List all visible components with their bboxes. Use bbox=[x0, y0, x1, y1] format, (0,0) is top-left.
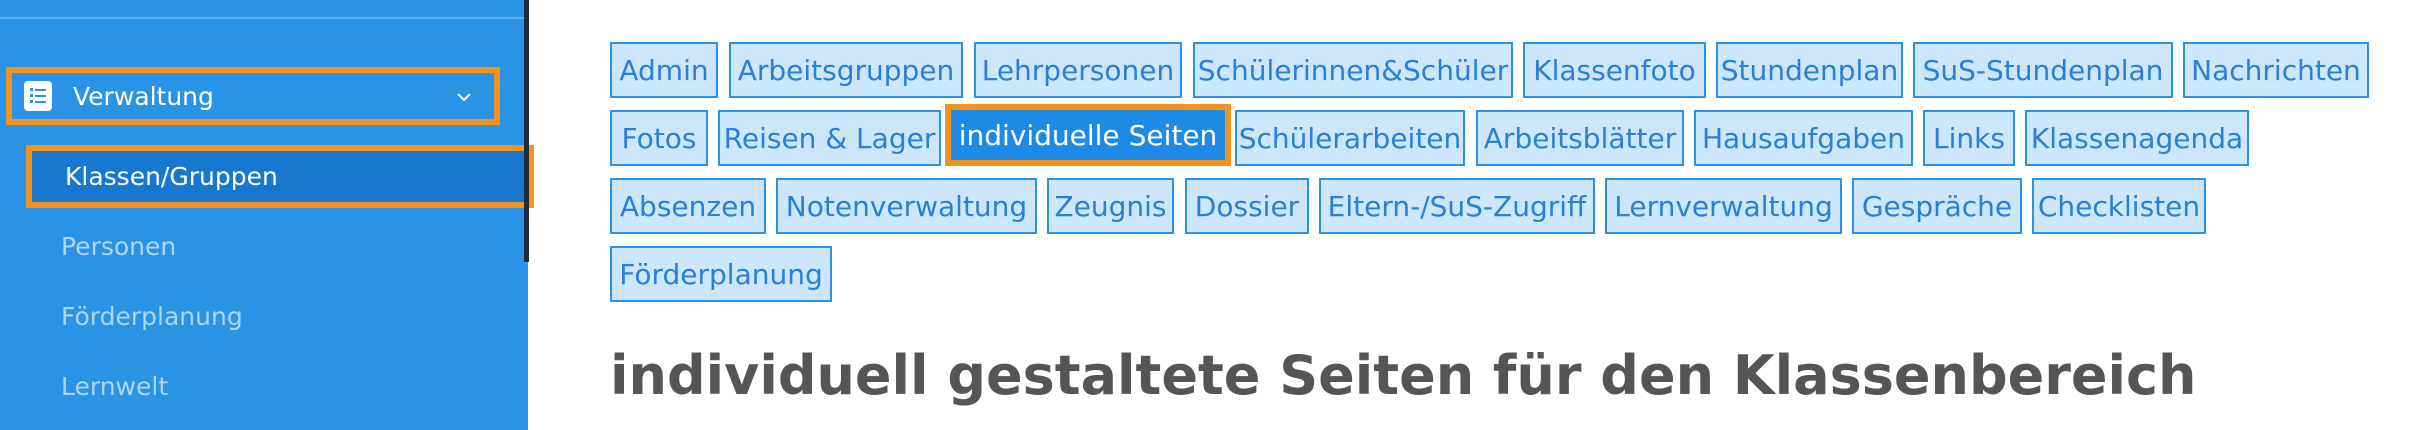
sidebar-item-personen[interactable]: Personen bbox=[61, 232, 176, 261]
tab-fotos[interactable]: Fotos bbox=[610, 110, 708, 166]
sidebar-item-foerderplanung[interactable]: Förderplanung bbox=[61, 302, 243, 331]
tab-notenverwaltung[interactable]: Notenverwaltung bbox=[776, 178, 1037, 234]
tab-admin[interactable]: Admin bbox=[610, 42, 718, 98]
sidebar-item-label: Klassen/Gruppen bbox=[65, 162, 278, 191]
sidebar-divider-line bbox=[0, 17, 528, 19]
tab-lehrpersonen[interactable]: Lehrpersonen bbox=[974, 42, 1182, 98]
checklist-icon bbox=[24, 81, 52, 111]
tab-arbeitsgruppen[interactable]: Arbeitsgruppen bbox=[729, 42, 963, 98]
tab-zeugnis[interactable]: Zeugnis bbox=[1047, 178, 1174, 234]
app-root: Verwaltung Klassen/Gruppen Personen Förd… bbox=[0, 0, 2436, 430]
sidebar: Verwaltung Klassen/Gruppen Personen Förd… bbox=[0, 0, 534, 430]
tab-dossier[interactable]: Dossier bbox=[1185, 178, 1309, 234]
chevron-down-icon[interactable] bbox=[456, 84, 472, 109]
sidebar-item-label: Verwaltung bbox=[73, 81, 214, 111]
tab-gespraeche[interactable]: Gespräche bbox=[1852, 178, 2022, 234]
tab-stundenplan[interactable]: Stundenplan bbox=[1716, 42, 1903, 98]
sidebar-item-verwaltung[interactable]: Verwaltung bbox=[6, 67, 500, 125]
sidebar-item-klassen-gruppen[interactable]: Klassen/Gruppen bbox=[26, 145, 534, 208]
tab-klassenagenda[interactable]: Klassenagenda bbox=[2025, 110, 2249, 166]
sidebar-item-lernwelt[interactable]: Lernwelt bbox=[61, 372, 168, 401]
tab-nachrichten[interactable]: Nachrichten bbox=[2183, 42, 2369, 98]
tab-hausaufgaben[interactable]: Hausaufgaben bbox=[1694, 110, 1913, 166]
tab-checklisten[interactable]: Checklisten bbox=[2032, 178, 2206, 234]
tab-eltern-sus-zugriff[interactable]: Eltern-/SuS-Zugriff bbox=[1319, 178, 1595, 234]
tab-lernverwaltung[interactable]: Lernverwaltung bbox=[1605, 178, 1842, 234]
tab-arbeitsblaetter[interactable]: Arbeitsblätter bbox=[1476, 110, 1684, 166]
tab-klassenfoto[interactable]: Klassenfoto bbox=[1523, 42, 1706, 98]
tab-foerderplanung[interactable]: Förderplanung bbox=[610, 246, 832, 302]
tab-schuelerarbeiten[interactable]: Schülerarbeiten bbox=[1235, 110, 1465, 166]
page-title: individuell gestaltete Seiten für den Kl… bbox=[610, 344, 2197, 407]
tab-links[interactable]: Links bbox=[1923, 110, 2015, 166]
tab-reisen-lager[interactable]: Reisen & Lager bbox=[718, 110, 941, 166]
tab-absenzen[interactable]: Absenzen bbox=[610, 178, 766, 234]
tab-sus-stundenplan[interactable]: SuS-Stundenplan bbox=[1913, 42, 2173, 98]
sidebar-border bbox=[524, 0, 529, 262]
tab-individuelle-seiten[interactable]: individuelle Seiten bbox=[945, 104, 1231, 166]
tab-schuelerinnen-schueler[interactable]: Schülerinnen&Schüler bbox=[1193, 42, 1513, 98]
